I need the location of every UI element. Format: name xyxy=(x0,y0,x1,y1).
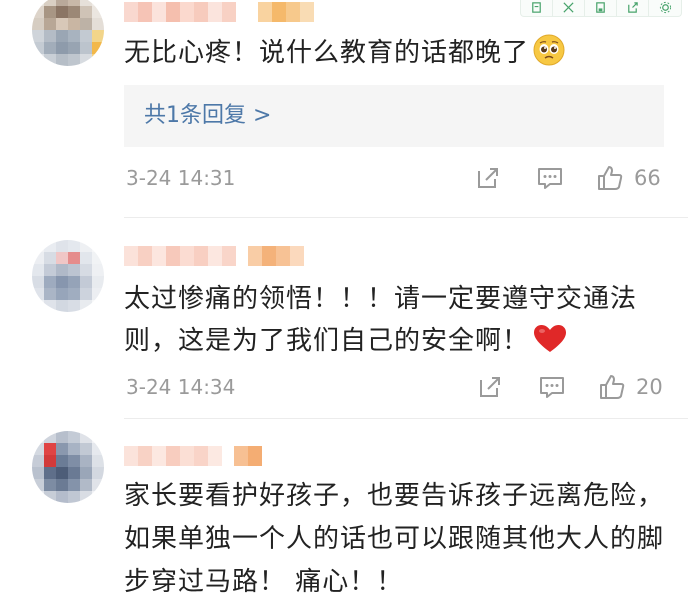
red-heart-emoji xyxy=(533,324,567,367)
comment-meta: 3-24 14:34 20 xyxy=(0,372,688,402)
toolbar-save-button[interactable] xyxy=(521,0,553,16)
like-count: 20 xyxy=(636,375,663,399)
expand-icon xyxy=(563,2,574,13)
toolbar-expand-button[interactable] xyxy=(553,0,585,16)
thumbs-up-icon xyxy=(600,375,625,399)
like-count: 66 xyxy=(634,166,661,190)
comment-text: 家长要看护好孩子，也要告诉孩子远离危险，如果单独一个人的话也可以跟随其他大人的脚… xyxy=(124,481,665,597)
comment-button[interactable] xyxy=(536,163,564,193)
toolbar-download-button[interactable] xyxy=(585,0,617,16)
username-blurred[interactable] xyxy=(124,444,262,468)
like-button[interactable]: 66 xyxy=(596,163,661,193)
reply-count-link[interactable]: 共1条回复 > xyxy=(124,85,664,147)
comment-text: 无比心疼！说什么教育的话都晚了 xyxy=(124,31,664,81)
save-icon xyxy=(532,2,541,13)
settings-icon xyxy=(659,1,671,14)
avatar[interactable] xyxy=(32,240,104,312)
comment-meta: 3-24 14:31 66 xyxy=(0,163,688,193)
share-button[interactable] xyxy=(475,163,501,193)
comment-icon xyxy=(540,377,564,398)
like-button[interactable]: 20 xyxy=(598,372,663,402)
toolbar-share-button[interactable] xyxy=(617,0,649,16)
comment-time: 3-24 14:31 xyxy=(126,166,236,190)
share-icon xyxy=(480,377,500,397)
avatar[interactable] xyxy=(32,0,104,66)
thumbs-up-icon xyxy=(598,166,623,190)
avatar[interactable] xyxy=(32,431,104,503)
download-icon xyxy=(596,2,605,13)
toolbar-settings-button[interactable] xyxy=(649,0,681,16)
share-icon xyxy=(628,2,638,13)
comment-divider xyxy=(124,418,688,419)
comment-time: 3-24 14:34 xyxy=(126,375,236,399)
comment-button[interactable] xyxy=(538,372,566,402)
comment-divider xyxy=(124,217,688,218)
top-toolbar xyxy=(520,0,682,17)
comment-icon xyxy=(538,168,562,189)
comment-text: 太过惨痛的领悟！！！请一定要遵守交通法则，这是为了我们自己的安全啊！ xyxy=(124,278,664,367)
username-blurred[interactable] xyxy=(124,244,304,268)
pleading-face-emoji xyxy=(533,34,565,81)
share-icon xyxy=(478,168,498,188)
share-button[interactable] xyxy=(477,372,503,402)
username-blurred[interactable] xyxy=(124,0,314,24)
